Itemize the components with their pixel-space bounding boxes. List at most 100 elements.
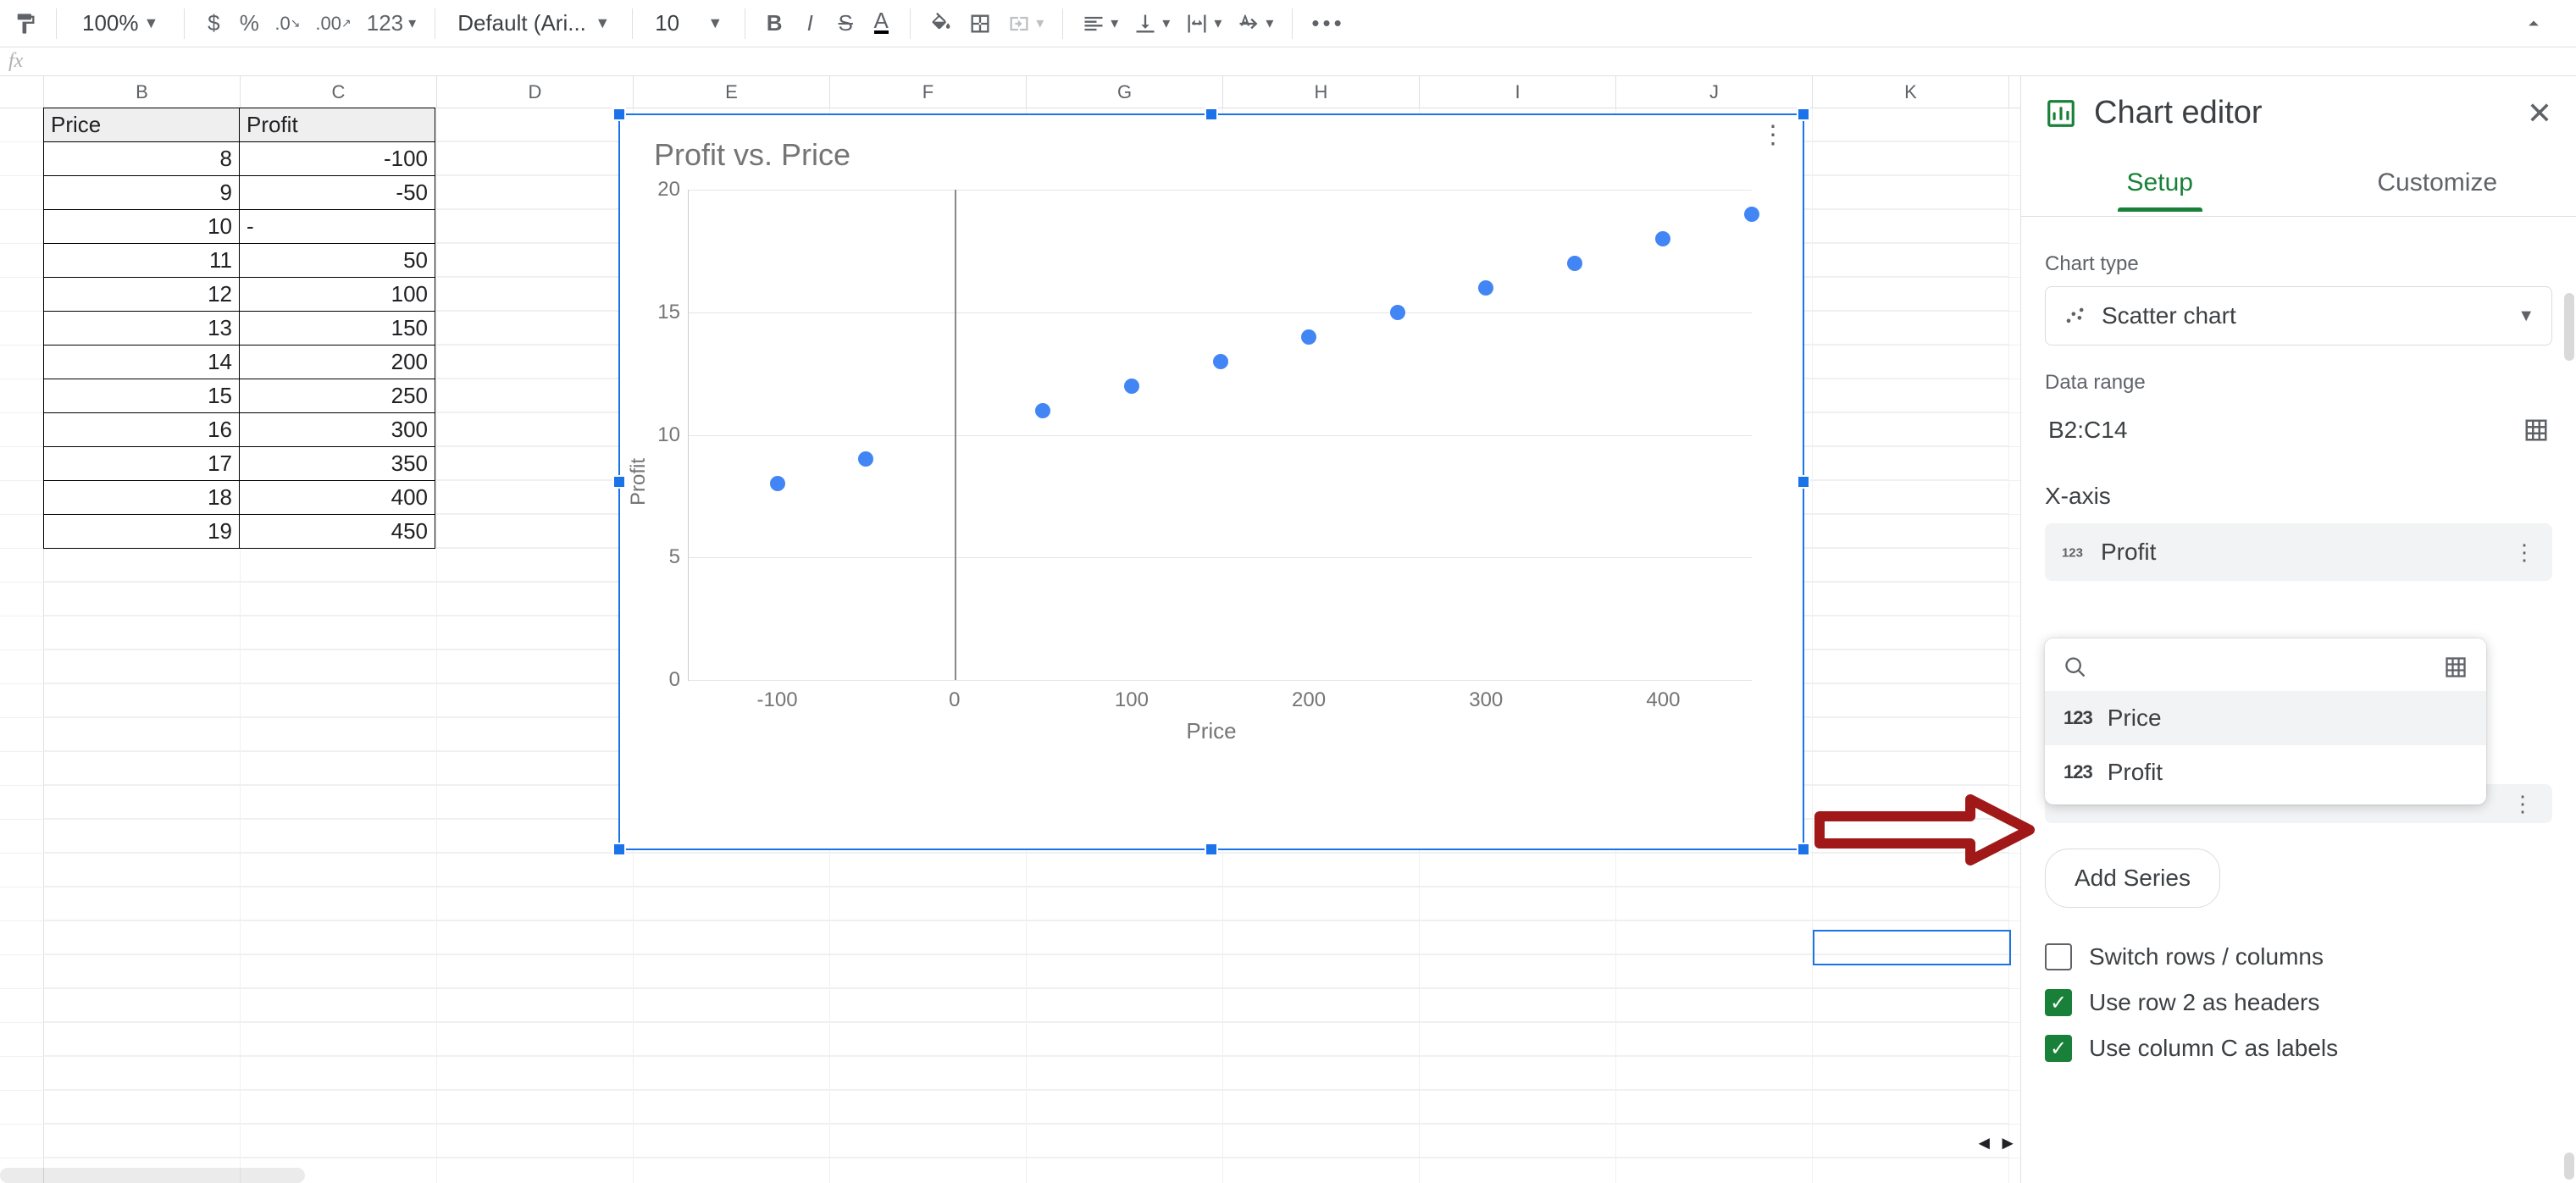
- table-cell[interactable]: 13: [43, 311, 240, 346]
- resize-handle[interactable]: [612, 108, 626, 121]
- resize-handle[interactable]: [1797, 475, 1810, 489]
- table-cell[interactable]: 17: [43, 446, 240, 481]
- borders-button[interactable]: [963, 7, 997, 41]
- more-options-button[interactable]: ⋮: [2513, 548, 2535, 556]
- table-cell[interactable]: 100: [239, 277, 435, 312]
- chart-point: [1567, 256, 1582, 271]
- formula-bar[interactable]: fx: [0, 47, 2576, 76]
- table-cell[interactable]: 11: [43, 243, 240, 278]
- font-family-select[interactable]: Default (Ari... ▼: [449, 10, 618, 36]
- table-cell[interactable]: 350: [239, 446, 435, 481]
- table-cell[interactable]: 8: [43, 141, 240, 176]
- paint-format-button[interactable]: [8, 7, 42, 41]
- chart-x-axis-label: Price: [620, 718, 1803, 744]
- table-cell[interactable]: 10: [43, 209, 240, 244]
- table-header-price[interactable]: Price: [43, 108, 240, 142]
- zoom-select[interactable]: 100% ▼: [70, 10, 170, 36]
- text-rotation-button[interactable]: ▾: [1232, 7, 1278, 41]
- resize-handle[interactable]: [1797, 843, 1810, 856]
- resize-handle[interactable]: [612, 843, 626, 856]
- col-header[interactable]: E: [634, 76, 830, 108]
- table-cell[interactable]: 9: [43, 175, 240, 210]
- vertical-align-button[interactable]: ▾: [1128, 7, 1175, 41]
- table-cell[interactable]: 14: [43, 345, 240, 379]
- table-cell[interactable]: 400: [239, 480, 435, 515]
- text-color-button[interactable]: A: [866, 7, 896, 41]
- table-cell[interactable]: 450: [239, 514, 435, 549]
- embedded-chart[interactable]: ⋮ Profit vs. Price Profit 05101520-10001…: [618, 113, 1804, 850]
- col-header[interactable]: K: [1813, 76, 2009, 108]
- search-icon[interactable]: [2064, 655, 2087, 679]
- close-button[interactable]: ✕: [2527, 96, 2552, 131]
- horizontal-scrollbar[interactable]: [0, 1168, 305, 1183]
- decrease-decimal-button[interactable]: .0↘: [269, 7, 305, 41]
- chart-point: [1390, 305, 1405, 320]
- zoom-value: 100%: [82, 10, 139, 36]
- col-header[interactable]: D: [437, 76, 634, 108]
- italic-button[interactable]: I: [795, 7, 825, 41]
- resize-handle[interactable]: [1205, 843, 1218, 856]
- chart-type-select[interactable]: Scatter chart ▼: [2045, 286, 2552, 346]
- table-cell[interactable]: 19: [43, 514, 240, 549]
- horizontal-align-button[interactable]: ▾: [1077, 7, 1123, 41]
- panel-scrollbar[interactable]: [2564, 1153, 2574, 1180]
- fill-color-button[interactable]: [924, 7, 958, 41]
- merge-cells-button[interactable]: ▾: [1002, 7, 1049, 41]
- table-cell[interactable]: -50: [239, 175, 435, 210]
- table-cell[interactable]: 300: [239, 412, 435, 447]
- collapse-toolbar-button[interactable]: [2517, 7, 2551, 41]
- table-cell[interactable]: 200: [239, 345, 435, 379]
- more-formats-button[interactable]: 123 ▾: [362, 7, 421, 41]
- more-button[interactable]: •••: [1306, 7, 1349, 41]
- add-series-button[interactable]: Add Series: [2045, 849, 2220, 908]
- tab-customize[interactable]: Customize: [2299, 150, 2576, 216]
- scatter-icon: [2063, 304, 2086, 328]
- panel-scrollbar[interactable]: [2564, 293, 2574, 361]
- increase-decimal-button[interactable]: .00↗: [310, 7, 356, 41]
- resize-handle[interactable]: [612, 475, 626, 489]
- chart-menu-button[interactable]: ⋮: [1760, 129, 1786, 141]
- col-header[interactable]: C: [241, 76, 437, 108]
- xaxis-field-chip[interactable]: 123 Profit ⋮: [2045, 523, 2552, 581]
- col-header[interactable]: H: [1223, 76, 1420, 108]
- column-headers: B C D E F G H I J K: [0, 76, 2020, 108]
- table-cell[interactable]: 50: [239, 243, 435, 278]
- table-header-profit[interactable]: Profit: [239, 108, 435, 142]
- chart-icon: [2045, 97, 2077, 130]
- col-header[interactable]: I: [1420, 76, 1616, 108]
- data-range-label: Data range: [2045, 371, 2552, 395]
- data-range-value[interactable]: B2:C14: [2048, 417, 2127, 444]
- col-header[interactable]: B: [44, 76, 241, 108]
- switch-rows-checkbox[interactable]: [2045, 943, 2072, 970]
- use-colC-checkbox[interactable]: ✓: [2045, 1035, 2072, 1062]
- table-cell[interactable]: 150: [239, 311, 435, 346]
- currency-button[interactable]: $: [198, 7, 229, 41]
- table-cell[interactable]: -: [239, 209, 435, 244]
- table-cell[interactable]: 15: [43, 379, 240, 413]
- table-cell[interactable]: 250: [239, 379, 435, 413]
- bold-button[interactable]: B: [759, 7, 789, 41]
- select-range-button[interactable]: [2523, 417, 2549, 443]
- resize-handle[interactable]: [1797, 108, 1810, 121]
- more-options-button[interactable]: ⋮: [2496, 799, 2549, 808]
- col-header[interactable]: F: [830, 76, 1027, 108]
- use-row2-checkbox[interactable]: ✓: [2045, 989, 2072, 1016]
- scroll-arrows[interactable]: ◄ ►: [1975, 1132, 2017, 1154]
- table-cell[interactable]: 12: [43, 277, 240, 312]
- select-range-button[interactable]: [2444, 655, 2468, 679]
- table-cell[interactable]: 18: [43, 480, 240, 515]
- col-header[interactable]: J: [1616, 76, 1813, 108]
- dropdown-option-price[interactable]: 123 Price: [2045, 691, 2486, 745]
- table-cell[interactable]: -100: [239, 141, 435, 176]
- spreadsheet-grid[interactable]: B C D E F G H I J K Price Profit 8-100 9…: [0, 76, 2020, 1183]
- percent-button[interactable]: %: [234, 7, 264, 41]
- resize-handle[interactable]: [1205, 108, 1218, 121]
- chart-type-value: Scatter chart: [2102, 302, 2236, 329]
- dropdown-option-profit[interactable]: 123 Profit: [2045, 745, 2486, 799]
- tab-setup[interactable]: Setup: [2021, 150, 2299, 216]
- strikethrough-button[interactable]: S: [830, 7, 861, 41]
- font-size-select[interactable]: 10 ▼: [646, 10, 731, 36]
- text-wrap-button[interactable]: ▾: [1180, 7, 1227, 41]
- col-header[interactable]: G: [1027, 76, 1223, 108]
- table-cell[interactable]: 16: [43, 412, 240, 447]
